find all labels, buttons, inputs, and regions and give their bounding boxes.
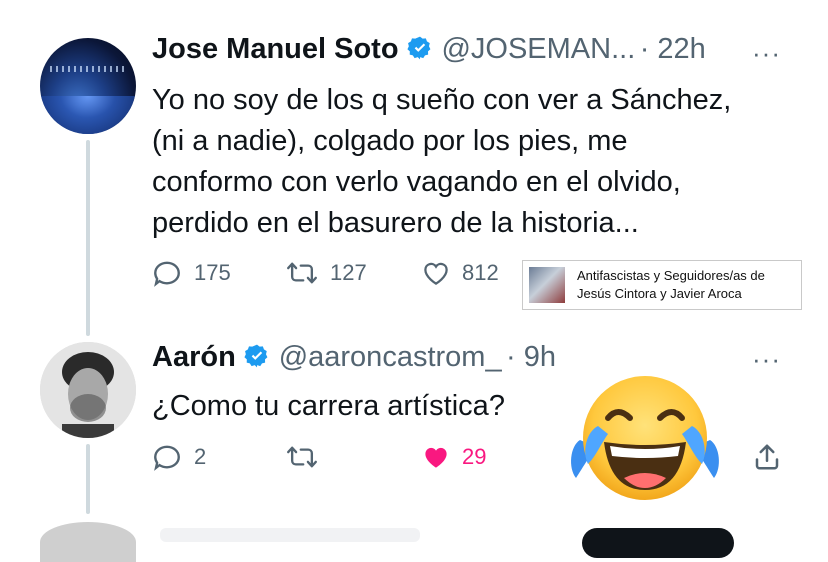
reply-icon	[154, 445, 180, 471]
avatar-portrait	[40, 342, 136, 438]
tweet1-retweet-button[interactable]: 127	[286, 258, 367, 288]
tweet2-handle[interactable]: @aaroncastrom_	[279, 341, 502, 373]
verified-badge-icon	[407, 35, 433, 66]
tweet2-reply-count: 2	[194, 444, 207, 469]
tweet2-like-button[interactable]: 29	[420, 442, 486, 472]
tweet1-like-button[interactable]: 812	[420, 258, 499, 288]
tweet1-author-name[interactable]: Jose Manuel Soto	[152, 33, 399, 65]
tweet2-text: ¿Como tu carrera artística?	[152, 390, 505, 422]
group-watermark: Antifascistas y Seguidores/as de Jesús C…	[522, 260, 802, 310]
tweet1-text: Yo no soy de los q sueño con ver a Sánch…	[152, 80, 731, 244]
thread-line	[86, 140, 90, 336]
retweet-icon	[287, 446, 317, 468]
retweet-icon	[287, 262, 317, 284]
tweet2-retweet-button[interactable]	[286, 442, 330, 472]
like-icon	[424, 262, 448, 285]
laughing-emoji-icon	[568, 368, 722, 508]
watermark-line: Jesús Cintora y Javier Aroca	[577, 286, 742, 301]
tweet1-line: perdido en el basurero de la historia...	[152, 207, 639, 239]
tweet2-like-count: 29	[462, 444, 487, 469]
share-icon	[755, 444, 779, 470]
tweet1-time[interactable]: · 22h	[640, 33, 706, 65]
watermark-text: Antifascistas y Seguidores/as de Jesús C…	[577, 267, 765, 303]
tweet1-reply-count: 175	[194, 260, 231, 285]
tweet2-time[interactable]: · 9h	[506, 341, 556, 373]
like-icon	[425, 447, 447, 468]
reply-icon	[154, 261, 180, 287]
tweet2-more-button[interactable]: ···	[752, 344, 781, 375]
tweet2-share-button[interactable]	[752, 442, 782, 477]
avatar-jose-manuel-soto[interactable]	[40, 38, 136, 134]
avatar-stage-lights	[50, 66, 126, 72]
tweet1-line: conformo con verlo vagando en el olvido,	[152, 166, 681, 198]
next-tweet-avatar[interactable]	[40, 522, 136, 562]
avatar-aaron[interactable]	[40, 342, 136, 438]
tweet1-retweet-count: 127	[330, 260, 367, 285]
tweet1-line: Yo no soy de los q sueño con ver a Sánch…	[152, 84, 732, 116]
tweet1-more-button[interactable]: ···	[752, 38, 781, 69]
tweet1-header: Jose Manuel Soto @JOSEMAN... · 22h	[152, 33, 706, 66]
watermark-line: Antifascistas y Seguidores/as de	[577, 268, 765, 283]
tweet2-header: Aarón @aaroncastrom_ · 9h	[152, 341, 556, 374]
tweet2-author-name[interactable]: Aarón	[152, 341, 236, 373]
avatar-crowd	[40, 96, 136, 134]
next-tweet-button[interactable]	[582, 528, 734, 558]
thread-line	[86, 444, 90, 514]
watermark-logo	[529, 267, 565, 303]
tweet1-reply-button[interactable]: 175	[152, 258, 231, 288]
verified-badge-icon	[244, 343, 270, 374]
tweet1-handle[interactable]: @JOSEMAN...	[441, 33, 635, 65]
tweet2-reply-button[interactable]: 2	[152, 442, 206, 472]
tweet1-like-count: 812	[462, 260, 499, 285]
tweet1-line: (ni a nadie), colgado por los pies, me	[152, 125, 628, 157]
